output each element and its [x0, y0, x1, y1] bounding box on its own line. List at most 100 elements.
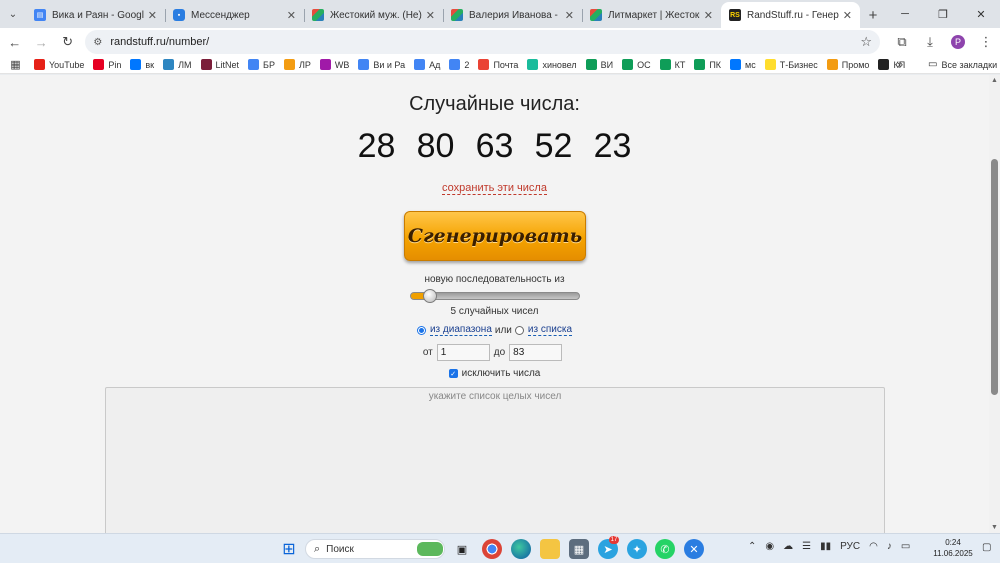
- apps-grid-icon[interactable]: ▦: [10, 59, 25, 71]
- tab-litmarket-book[interactable]: Жестокий муж. (Не)любимая ✕: [304, 2, 443, 28]
- range-option-label[interactable]: из диапазона: [429, 324, 492, 336]
- tab-randstuff[interactable]: RS RandStuff.ru - Генератор случайных чи…: [721, 2, 860, 28]
- wifi-icon[interactable]: ◠: [869, 541, 878, 552]
- tab-google-docs[interactable]: ▤ Вика и Раян - Google Документы ✕: [26, 2, 165, 28]
- chrome-icon[interactable]: [482, 539, 502, 559]
- bookmark-item[interactable]: Ад: [414, 59, 440, 70]
- bookmark-item[interactable]: КТ: [659, 59, 685, 70]
- new-tab-button[interactable]: +: [860, 2, 886, 28]
- exclude-label[interactable]: исключить числа: [462, 368, 541, 379]
- tab-title: Вика и Раян - Google Документы: [52, 9, 144, 21]
- bookmark-item[interactable]: Pin: [93, 59, 121, 70]
- whatsapp-icon[interactable]: ✆: [655, 539, 675, 559]
- profile-avatar[interactable]: P: [950, 35, 965, 49]
- bookmark-item[interactable]: ЛМ: [163, 59, 192, 70]
- scroll-down-icon[interactable]: ▼: [991, 524, 998, 531]
- bookmark-item[interactable]: вк: [130, 59, 154, 70]
- bookmark-item[interactable]: ОС: [622, 59, 651, 70]
- close-icon[interactable]: ✕: [843, 9, 852, 22]
- bookmark-label: вк: [145, 59, 155, 70]
- download-icon[interactable]: ⤓: [916, 34, 944, 50]
- range-inputs: от до: [0, 344, 989, 361]
- close-icon[interactable]: ✕: [148, 9, 157, 22]
- bookmark-item[interactable]: БР: [248, 59, 275, 70]
- bookmark-item[interactable]: LitNet: [200, 59, 239, 70]
- zoom-app-icon[interactable]: ✕: [684, 539, 704, 559]
- page-scrollbar[interactable]: ▲ ▼: [989, 75, 1000, 533]
- to-input[interactable]: [509, 344, 563, 361]
- cloud-icon[interactable]: ☁: [783, 541, 793, 552]
- scrollbar-thumb[interactable]: [991, 159, 998, 395]
- slider-thumb[interactable]: [423, 289, 437, 303]
- range-radio[interactable]: [416, 325, 426, 335]
- back-icon[interactable]: ←: [3, 30, 26, 54]
- count-slider[interactable]: [410, 289, 580, 303]
- bookmark-item[interactable]: WB: [319, 59, 349, 70]
- bookmark-item[interactable]: мс: [730, 59, 756, 70]
- volume-icon[interactable]: ♪: [887, 541, 892, 552]
- pause-icon[interactable]: ▮▮: [820, 541, 831, 552]
- close-icon[interactable]: ✕: [565, 9, 574, 22]
- bookmarks-bar: ▦ YouTube Pin вк ЛМ LitNet БР ЛР WB Ви и Ра Ад 2 По…: [0, 56, 1000, 74]
- bookmark-item[interactable]: Ви и Ра: [358, 59, 405, 70]
- close-icon[interactable]: ✕: [704, 9, 713, 22]
- address-url[interactable]: randstuff.ru/number/: [110, 36, 860, 48]
- settings-sliders-icon[interactable]: ☰: [802, 541, 811, 552]
- list-radio[interactable]: [514, 325, 524, 335]
- close-window-icon[interactable]: ✕: [962, 0, 1000, 28]
- bookmark-item[interactable]: ВИ: [585, 59, 613, 70]
- minimize-icon[interactable]: ─: [886, 0, 924, 28]
- bookmark-favicon-icon: [527, 59, 539, 70]
- messenger-app-icon[interactable]: ✦: [627, 539, 647, 559]
- restore-icon[interactable]: ❐: [924, 0, 962, 28]
- show-hidden-icons-icon[interactable]: ⌃: [748, 541, 756, 552]
- bookmark-item[interactable]: Т-Бизнес: [764, 59, 818, 70]
- tab-search-menu-icon[interactable]: ⌄: [0, 0, 26, 28]
- tab-messenger[interactable]: ▪ Мессенджер ✕: [165, 2, 304, 28]
- file-explorer-icon[interactable]: [540, 539, 560, 559]
- bookmark-item[interactable]: хиновел: [527, 59, 577, 70]
- random-number: 52: [534, 127, 573, 165]
- close-icon[interactable]: ✕: [287, 9, 296, 22]
- exclude-checkbox[interactable]: ✓: [448, 369, 458, 378]
- battery-icon[interactable]: ▭: [901, 541, 910, 552]
- system-clock[interactable]: 0:24 11.06.2025: [932, 537, 974, 559]
- scroll-up-icon[interactable]: ▲: [991, 77, 998, 84]
- bookmark-item[interactable]: Почта: [478, 59, 518, 70]
- bookmark-item[interactable]: ПК: [694, 59, 721, 70]
- from-input[interactable]: [436, 344, 490, 361]
- bookmark-item[interactable]: YouTube: [34, 59, 84, 70]
- calculator-icon[interactable]: ▦: [569, 539, 589, 559]
- messenger-icon: ▪: [173, 9, 185, 21]
- bookmark-item[interactable]: ЛР: [283, 59, 311, 70]
- edge-icon[interactable]: [511, 539, 531, 559]
- language-indicator[interactable]: РУС: [840, 541, 860, 552]
- site-info-icon[interactable]: ⚙: [93, 37, 102, 48]
- bookmark-item[interactable]: Промо: [826, 59, 869, 70]
- bookmark-star-icon[interactable]: ☆: [860, 34, 872, 50]
- exclude-numbers-textarea[interactable]: [105, 387, 885, 533]
- bookmark-item[interactable]: 2: [449, 59, 469, 70]
- menu-kebab-icon[interactable]: ⋮: [972, 34, 1000, 50]
- widgets-icon[interactable]: [417, 542, 443, 556]
- reload-icon[interactable]: ↻: [56, 30, 79, 54]
- task-view-icon[interactable]: ▣: [452, 539, 472, 559]
- bookmark-favicon-icon: [764, 59, 776, 70]
- forward-icon[interactable]: →: [29, 30, 52, 54]
- address-bar[interactable]: ⚙ randstuff.ru/number/ ☆: [85, 30, 880, 54]
- extensions-icon[interactable]: ⧉: [888, 34, 916, 50]
- security-icon[interactable]: ◉: [765, 541, 774, 552]
- bookmarks-overflow-icon[interactable]: »: [897, 59, 903, 71]
- save-numbers-link[interactable]: сохранить эти числа: [442, 182, 547, 195]
- tab-litmarket-author[interactable]: Валерия Иванова - читать ✕: [443, 2, 582, 28]
- close-icon[interactable]: ✕: [426, 9, 435, 22]
- folder-icon: ▭: [928, 59, 938, 70]
- list-option-label[interactable]: из списка: [527, 324, 573, 336]
- google-docs-icon: ▤: [34, 9, 46, 21]
- bookmark-label: Т-Бизнес: [779, 59, 818, 70]
- notifications-icon[interactable]: ▢: [982, 542, 991, 553]
- tab-litmarket-store[interactable]: Литмаркет | Жестокий муж ✕: [582, 2, 721, 28]
- windows-start-icon[interactable]: ⊞: [279, 539, 299, 559]
- generate-button[interactable]: Сгенерировать: [404, 211, 586, 261]
- all-bookmarks-button[interactable]: ▭ Все закладки: [928, 59, 997, 70]
